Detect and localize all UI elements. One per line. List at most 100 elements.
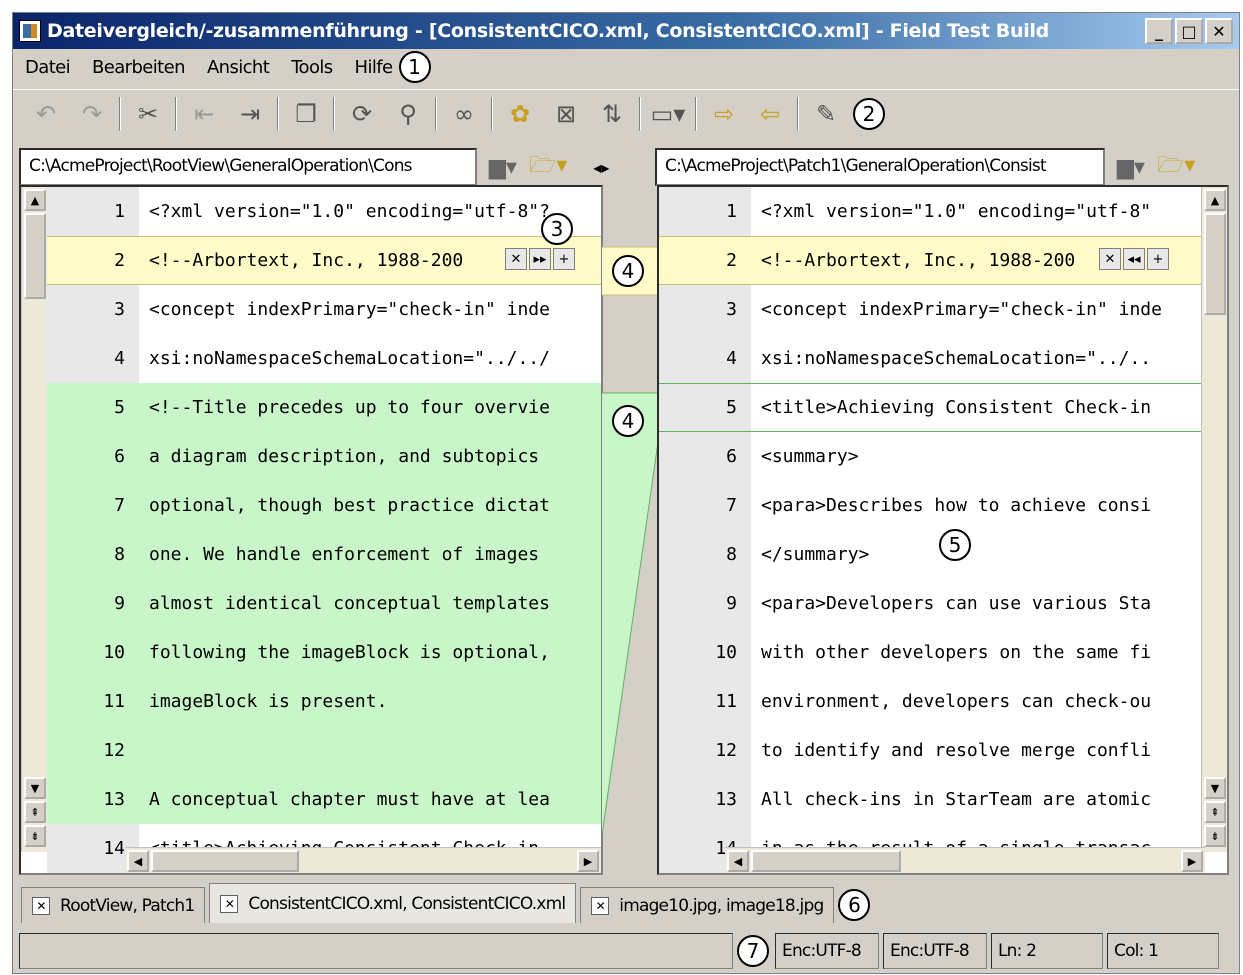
code-line[interactable]: 7 optional, though best practice dictat [47, 481, 601, 530]
code-line[interactable]: 5 <!--Title precedes up to four overvie [47, 383, 601, 432]
close-tab-icon[interactable]: ✕ [32, 896, 50, 915]
close-tab-icon[interactable]: ✕ [220, 894, 239, 913]
code-line[interactable]: 9 <para>Developers can use various Sta [659, 579, 1201, 628]
reject-change-icon[interactable]: ✕ [505, 248, 527, 270]
code-line[interactable]: 1 <?xml version="1.0" encoding="utf-8"? [47, 187, 601, 236]
line-number: 11 [47, 677, 139, 726]
code-line[interactable]: 3 <concept indexPrimary="check-in" inde [659, 285, 1201, 334]
sync-icon[interactable]: ⇅ [595, 96, 629, 132]
code-line[interactable]: 12 [47, 726, 601, 775]
view-mode-icon[interactable]: ▭▾ [651, 96, 686, 132]
close-button[interactable]: ✕ [1205, 18, 1233, 44]
add-change-icon[interactable]: + [1147, 248, 1169, 270]
code-line[interactable]: 4 xsi:noNamespaceSchemaLocation="../.. [659, 334, 1201, 383]
code-line[interactable]: 1 <?xml version="1.0" encoding="utf-8" [659, 187, 1201, 236]
open-folder-icon[interactable]: 🗁▾ [1157, 148, 1195, 186]
find-icon[interactable]: ✂ [131, 96, 165, 132]
menu-ansicht[interactable]: Ansicht [207, 57, 270, 78]
right-path-field[interactable]: C:\AcmeProject\Patch1\GeneralOperation\C… [655, 148, 1105, 186]
line-number: 8 [659, 530, 751, 579]
code-line[interactable]: 8 one. We handle enforcement of images [47, 530, 601, 579]
code-line[interactable]: 11 environment, developers can check-ou [659, 677, 1201, 726]
line-text: <summary> [761, 446, 859, 467]
line-number: 4 [47, 334, 139, 383]
code-line[interactable]: 4 xsi:noNamespaceSchemaLocation="../../ [47, 334, 601, 383]
copy-icon[interactable]: ❐ [289, 96, 323, 132]
reject-change-icon[interactable]: ✕ [1099, 248, 1121, 270]
code-line[interactable]: 7 <para>Describes how to achieve consi [659, 481, 1201, 530]
left-diff-pane[interactable]: ▲ ▼ ⇞ ⇟ 1 <?xml version="1.0" encoding="u… [19, 185, 603, 875]
code-line[interactable]: 6 <summary> [659, 432, 1201, 481]
scroll-left-icon[interactable]: ◀ [127, 850, 149, 872]
tab-rootview-patch1[interactable]: ✕ RootView, Patch1 [21, 887, 206, 923]
next-diff-icon[interactable]: ⇥ [233, 96, 267, 132]
left-horizontal-scrollbar[interactable]: ◀ ▶ [125, 847, 601, 873]
code-line[interactable]: 10 with other developers on the same fi [659, 628, 1201, 677]
scroll-thumb[interactable] [1204, 213, 1226, 315]
tab-label: image10.jpg, image18.jpg [619, 895, 824, 916]
scroll-thumb[interactable] [151, 850, 299, 872]
merge-icon[interactable]: ⚲ [391, 96, 425, 132]
line-text: a diagram description, and subtopics [149, 446, 540, 467]
menu-hilfe[interactable]: Hilfe [355, 57, 394, 78]
redo-icon[interactable]: ↷ [75, 96, 109, 132]
code-line[interactable]: 12 to identify and resolve merge confli [659, 726, 1201, 775]
prev-page-icon[interactable]: ⇞ [24, 801, 46, 823]
swap-icon[interactable]: ◂▸ [593, 158, 609, 177]
open-folder-icon[interactable]: 🗁▾ [529, 148, 567, 186]
save-icon[interactable]: ▆▾ [1117, 155, 1145, 180]
left-vertical-scrollbar[interactable]: ▲ ▼ ⇞ ⇟ [21, 187, 47, 852]
code-line[interactable]: 9 almost identical conceptual templates [47, 579, 601, 628]
close-tab-icon[interactable]: ✕ [591, 896, 610, 915]
next-change-icon[interactable]: ▸▸ [529, 248, 551, 270]
minimize-button[interactable]: _ [1145, 18, 1173, 44]
line-text: All check-ins in StarTeam are atomic [761, 789, 1152, 810]
code-line[interactable]: 5 <title>Achieving Consistent Check-in [659, 383, 1201, 432]
prev-diff-icon[interactable]: ⇤ [187, 96, 221, 132]
copy-left-icon[interactable]: ⇨ [707, 96, 741, 132]
menu-tools[interactable]: Tools [291, 57, 333, 78]
next-page-icon[interactable]: ⇟ [1204, 825, 1226, 847]
callout-3: 3 [541, 213, 573, 245]
menu-bearbeiten[interactable]: Bearbeiten [92, 57, 186, 78]
ignore-icon[interactable]: ✿ [503, 96, 537, 132]
line-number: 5 [659, 384, 751, 431]
copy-right-icon[interactable]: ⇦ [753, 96, 787, 132]
scroll-left-icon[interactable]: ◀ [727, 850, 749, 872]
save-icon[interactable]: ▆▾ [489, 155, 517, 180]
scroll-thumb[interactable] [751, 850, 901, 872]
tab-consistentcico[interactable]: ✕ ConsistentCICO.xml, ConsistentCICO.xml [209, 883, 577, 923]
scroll-right-icon[interactable]: ▶ [1181, 850, 1203, 872]
code-line[interactable]: 10 following the imageBlock is optional, [47, 628, 601, 677]
prev-page-icon[interactable]: ⇞ [1204, 801, 1226, 823]
maximize-button[interactable]: □ [1175, 18, 1203, 44]
scroll-thumb[interactable] [24, 213, 46, 299]
code-line[interactable]: 8 </summary> [659, 530, 1201, 579]
scroll-up-icon[interactable]: ▲ [24, 189, 46, 211]
prev-change-icon[interactable]: ◂◂ [1123, 248, 1145, 270]
undo-icon[interactable]: ↶ [29, 96, 63, 132]
code-line[interactable]: 13 A conceptual chapter must have at lea [47, 775, 601, 824]
scroll-right-icon[interactable]: ▶ [577, 850, 599, 872]
tab-image-compare[interactable]: ✕ image10.jpg, image18.jpg [580, 887, 835, 923]
left-path-field[interactable]: C:\AcmeProject\RootView\GeneralOperation… [19, 148, 477, 186]
scroll-down-icon[interactable]: ▼ [1204, 777, 1226, 799]
menu-datei[interactable]: Datei [25, 57, 71, 78]
code-line[interactable]: 6 a diagram description, and subtopics [47, 432, 601, 481]
right-vertical-scrollbar[interactable]: ▲ ▼ ⇞ ⇟ [1201, 187, 1227, 852]
scroll-down-icon[interactable]: ▼ [24, 777, 46, 799]
ignore-case-icon[interactable]: ⊠ [549, 96, 583, 132]
right-horizontal-scrollbar[interactable]: ◀ ▶ [725, 847, 1205, 873]
scroll-up-icon[interactable]: ▲ [1204, 189, 1226, 211]
right-diff-pane[interactable]: 1 <?xml version="1.0" encoding="utf-8" 2 <!… [657, 185, 1229, 875]
code-line[interactable]: 11 imageBlock is present. [47, 677, 601, 726]
code-line[interactable]: 3 <concept indexPrimary="check-in" inde [47, 285, 601, 334]
code-line[interactable]: 13 All check-ins in StarTeam are atomic [659, 775, 1201, 824]
line-number: 4 [659, 334, 751, 383]
add-change-icon[interactable]: + [553, 248, 575, 270]
tools-icon[interactable]: ✎ [809, 96, 843, 132]
next-page-icon[interactable]: ⇟ [24, 825, 46, 847]
link-icon[interactable]: ∞ [447, 96, 481, 132]
line-text: A conceptual chapter must have at lea [149, 789, 550, 810]
refresh-icon[interactable]: ⟳ [345, 96, 379, 132]
